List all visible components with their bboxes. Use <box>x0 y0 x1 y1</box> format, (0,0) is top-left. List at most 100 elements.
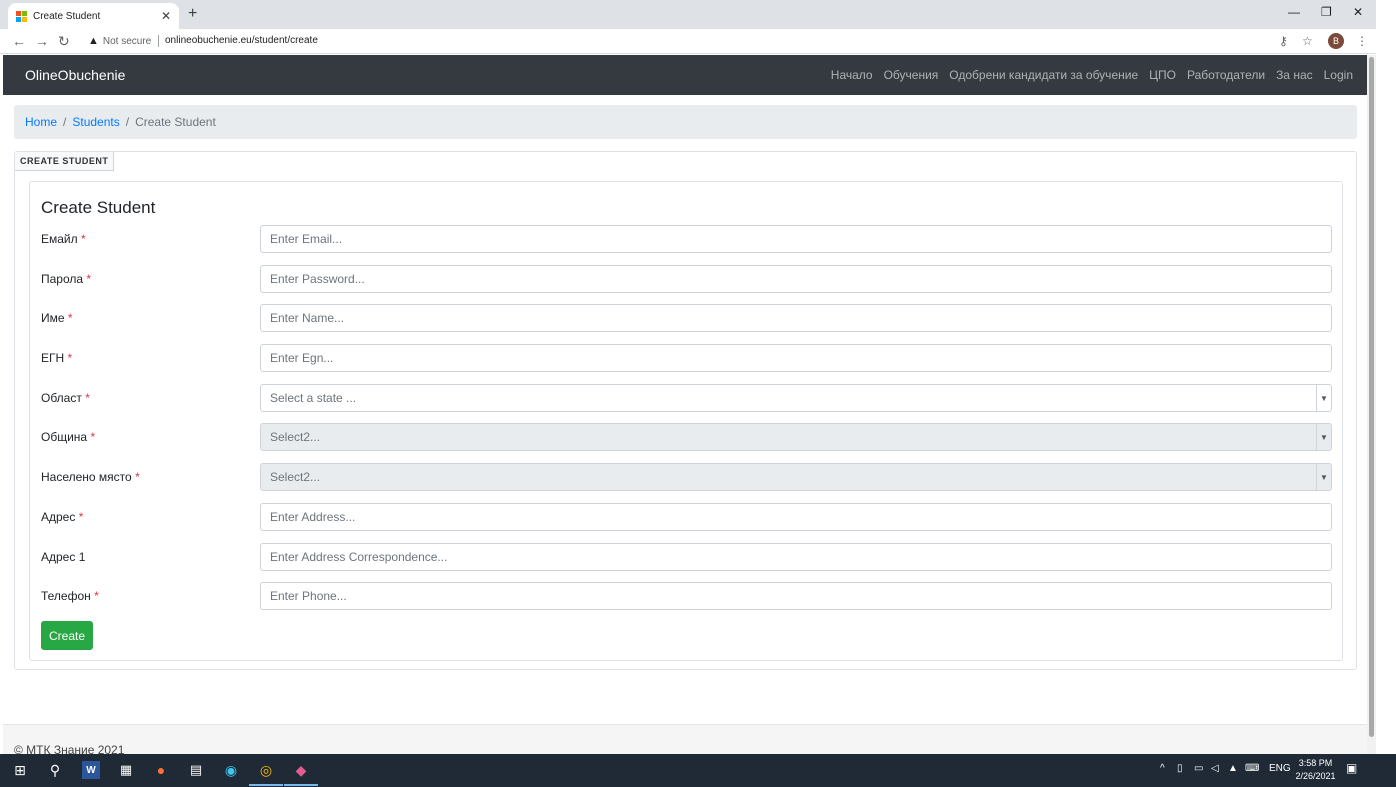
menu-icon[interactable]: ⋮ <box>1356 34 1368 48</box>
key-icon[interactable]: ⚷ <box>1279 34 1288 48</box>
nav-link-employers[interactable]: Работодатели <box>1187 68 1265 82</box>
settlement-label: Населено място * <box>41 470 140 484</box>
email-field[interactable]: Enter Email... <box>260 225 1332 253</box>
address-1-field[interactable]: Enter Address Correspondence... <box>260 543 1332 571</box>
create-student-panel: CREATE STUDENT Create Student Емайл * En… <box>14 151 1357 670</box>
form-row-egn: ЕГН * Enter Egn... <box>41 344 1333 372</box>
network-icon[interactable]: ▭ <box>1194 763 1203 774</box>
name-label: Име * <box>41 311 73 325</box>
form-row-address-1: Адрес 1 Enter Address Correspondence... <box>41 543 1333 571</box>
address-divider <box>158 35 159 47</box>
forward-icon[interactable]: → <box>35 33 49 49</box>
tray-app-icon[interactable]: ▲ <box>1228 763 1238 774</box>
phone-label: Телефон * <box>41 589 99 603</box>
phone-field[interactable]: Enter Phone... <box>260 582 1332 610</box>
active-app-indicator <box>249 784 283 786</box>
egn-field[interactable]: Enter Egn... <box>260 344 1332 372</box>
reload-icon[interactable]: ↻ <box>58 33 70 50</box>
search-icon[interactable]: ⚲ <box>46 761 64 779</box>
form-row-settlement: Населено място * Select2... ▼ <box>41 463 1333 491</box>
tray-device-icon[interactable]: ▯ <box>1177 763 1183 774</box>
nav-link-approved-candidates[interactable]: Одобрени кандидати за обучение <box>949 68 1138 82</box>
address-1-label: Адрес 1 <box>41 550 86 564</box>
page-scrollbar[interactable] <box>1367 55 1376 754</box>
settlement-select-value: Select2... <box>270 470 321 484</box>
clock-time: 3:58 PM <box>1298 758 1333 768</box>
form-row-municipality: Община * Select2... ▼ <box>41 423 1333 451</box>
file-explorer-icon[interactable]: ▤ <box>187 761 205 779</box>
breadcrumb-separator: / <box>63 115 67 129</box>
chevron-down-icon[interactable]: ▼ <box>1316 464 1331 490</box>
security-indicator[interactable]: ▲ Not secure <box>88 35 151 47</box>
password-field[interactable]: Enter Password... <box>260 265 1332 293</box>
password-label: Парола * <box>41 272 92 286</box>
egn-label: ЕГН * <box>41 351 73 365</box>
name-field[interactable]: Enter Name... <box>260 304 1332 332</box>
app-drop-icon[interactable]: ◆ <box>292 761 310 779</box>
tray-expand-icon[interactable]: ^ <box>1160 763 1165 774</box>
calculator-icon[interactable]: ▦ <box>117 761 135 779</box>
form-row-region: Област * Select a state ... ▼ <box>41 384 1333 412</box>
browser-tabstrip: Create Student ✕ + — ❐ ✕ <box>0 0 1396 29</box>
municipality-select[interactable]: Select2... ▼ <box>260 423 1332 451</box>
windows-start-icon[interactable]: ⊞ <box>11 761 29 779</box>
breadcrumb-home[interactable]: Home <box>25 115 57 129</box>
nav-link-cpo[interactable]: ЦПО <box>1149 68 1176 82</box>
municipality-label: Община * <box>41 430 96 444</box>
breadcrumb-separator: / <box>125 115 130 129</box>
profile-avatar[interactable]: B <box>1328 33 1344 49</box>
tab-title: Create Student <box>33 10 101 22</box>
settlement-select[interactable]: Select2... ▼ <box>260 463 1332 491</box>
region-label: Област * <box>41 391 90 405</box>
nav-links: Начало Обучения Одобрени кандидати за об… <box>831 68 1353 82</box>
nav-link-trainings[interactable]: Обучения <box>884 68 939 82</box>
page-footer: © МТК Знание 2021 <box>3 724 1367 757</box>
word-icon[interactable]: W <box>82 761 100 779</box>
form-row-phone: Телефон * Enter Phone... <box>41 582 1333 610</box>
panel-tab-label: CREATE STUDENT <box>15 152 115 171</box>
form-row-address: Адрес * Enter Address... <box>41 503 1333 531</box>
municipality-select-value: Select2... <box>270 430 321 444</box>
windows-taskbar: ⊞ ⚲ W ▦ ● ▤ ◉ ◎ ◆ ^ ▯ ▭ ◁ ▲ ⌨ ENG ▣ <box>0 754 1396 787</box>
email-label: Емайл * <box>41 232 86 246</box>
site-navbar: OlineObuchenie Начало Обучения Одобрени … <box>3 55 1367 95</box>
nav-link-login[interactable]: Login <box>1324 68 1353 82</box>
chevron-down-icon[interactable]: ▼ <box>1316 385 1331 411</box>
restore-icon[interactable]: ❐ <box>1321 5 1332 19</box>
warning-icon: ▲ <box>88 35 99 47</box>
breadcrumb: Home / Students / Create Student <box>14 105 1357 139</box>
form-row-email: Емайл * Enter Email... <box>41 225 1333 253</box>
tab-close-icon[interactable]: ✕ <box>161 9 171 23</box>
window-close-icon[interactable]: ✕ <box>1353 5 1363 19</box>
new-tab-icon[interactable]: + <box>188 5 197 23</box>
form-row-name: Име * Enter Name... <box>41 304 1333 332</box>
breadcrumb-current: Create Student <box>135 115 216 129</box>
minimize-icon[interactable]: — <box>1288 5 1300 19</box>
url-field[interactable]: onlineobuchenie.eu/student/create <box>165 35 318 46</box>
browser-tab[interactable]: Create Student ✕ <box>8 3 179 29</box>
keyboard-icon[interactable]: ⌨ <box>1245 763 1259 774</box>
create-button[interactable]: Create <box>41 621 93 650</box>
taskbar-clock[interactable]: 3:58 PM 2/26/2021 <box>1293 757 1338 783</box>
back-icon[interactable]: ← <box>12 33 26 49</box>
site-brand[interactable]: OlineObuchenie <box>25 67 125 83</box>
region-select[interactable]: Select a state ... ▼ <box>260 384 1332 412</box>
chrome-icon[interactable]: ◎ <box>257 761 275 779</box>
nav-link-home[interactable]: Начало <box>831 68 873 82</box>
chevron-down-icon[interactable]: ▼ <box>1316 424 1331 450</box>
scrollbar-thumb[interactable] <box>1369 57 1374 737</box>
breadcrumb-students[interactable]: Students <box>72 115 119 129</box>
edge-icon[interactable]: ◉ <box>222 761 240 779</box>
clock-date: 2/26/2021 <box>1295 771 1336 781</box>
address-bar: ← → ↻ ▲ Not secure onlineobuchenie.eu/st… <box>0 29 1396 54</box>
running-app-indicator <box>284 784 318 786</box>
address-field[interactable]: Enter Address... <box>260 503 1332 531</box>
language-indicator[interactable]: ENG <box>1269 763 1291 774</box>
nav-link-about[interactable]: За нас <box>1276 68 1313 82</box>
form-card: Create Student Емайл * Enter Email... Па… <box>29 181 1343 661</box>
notifications-icon[interactable]: ▣ <box>1346 761 1357 775</box>
firefox-icon[interactable]: ● <box>152 761 170 779</box>
page-title: Create Student <box>41 198 156 217</box>
volume-icon[interactable]: ◁ <box>1211 763 1219 774</box>
star-icon[interactable]: ☆ <box>1302 34 1313 48</box>
